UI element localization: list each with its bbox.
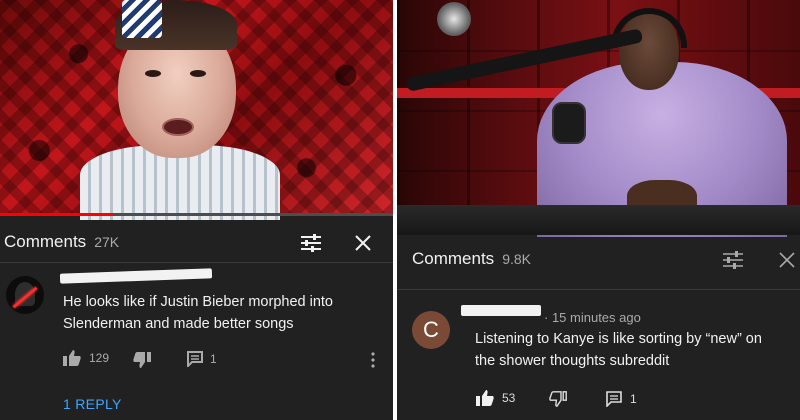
like-count: 129 bbox=[89, 351, 110, 365]
video-progress-fill bbox=[0, 213, 114, 216]
comments-count: 9.8K bbox=[502, 251, 531, 267]
desk bbox=[397, 205, 800, 235]
close-icon[interactable] bbox=[354, 234, 372, 257]
comment-text-line-2: Slenderman and made better songs bbox=[63, 316, 294, 332]
comments-title: Comments bbox=[4, 232, 87, 251]
comment-text-line-2: the shower thoughts subreddit bbox=[475, 353, 670, 369]
reply-button[interactable]: 1 bbox=[187, 351, 217, 367]
avatar[interactable]: C bbox=[412, 311, 450, 349]
sliders-icon[interactable] bbox=[300, 233, 322, 258]
thumbs-down-icon bbox=[549, 391, 567, 407]
video-progress-bar[interactable] bbox=[0, 213, 393, 216]
view-replies-link[interactable]: 1 REPLY bbox=[63, 396, 122, 412]
redacted-username bbox=[59, 268, 213, 284]
video-thumbnail-left[interactable] bbox=[0, 0, 393, 220]
close-icon[interactable] bbox=[778, 251, 796, 274]
right-comment-screenshot: Comments 9.8K · 15 minutes ago Listening… bbox=[397, 0, 800, 420]
dislike-button[interactable] bbox=[133, 352, 151, 368]
comment-icon bbox=[606, 391, 622, 407]
eye bbox=[190, 70, 206, 77]
mouth bbox=[162, 118, 194, 136]
header-divider bbox=[397, 289, 800, 290]
comments-count: 27K bbox=[94, 234, 120, 250]
comments-title: Comments bbox=[412, 249, 495, 268]
head-accessory bbox=[122, 0, 162, 38]
video-person-left bbox=[60, 0, 290, 220]
dislike-button[interactable] bbox=[549, 391, 567, 407]
like-button[interactable]: 53 bbox=[476, 390, 515, 406]
eye bbox=[145, 70, 161, 77]
thumbs-up-icon bbox=[476, 390, 494, 406]
reply-count: 1 bbox=[210, 352, 217, 366]
reply-count: 1 bbox=[630, 392, 637, 406]
studio-lamp bbox=[437, 2, 471, 36]
header-divider bbox=[0, 262, 393, 263]
microphone bbox=[552, 102, 586, 144]
comment-text-line-1: He looks like if Justin Bieber morphed i… bbox=[63, 294, 333, 310]
meme-image: Comments 27K He looks like if Justin Bie… bbox=[0, 0, 800, 420]
comments-header: Comments 27K bbox=[0, 232, 393, 252]
redacted-username bbox=[461, 305, 541, 316]
comment-timestamp: · 15 minutes ago bbox=[544, 310, 641, 325]
avatar[interactable] bbox=[6, 276, 44, 314]
thumbs-down-icon bbox=[133, 352, 151, 368]
left-comment-screenshot: Comments 27K He looks like if Justin Bie… bbox=[0, 0, 393, 420]
like-button[interactable]: 129 bbox=[63, 350, 109, 366]
comment-text-line-1: Listening to Kanye is like sorting by “n… bbox=[475, 331, 762, 347]
thumbs-up-icon bbox=[63, 350, 81, 366]
more-vertical-icon[interactable] bbox=[370, 352, 376, 373]
like-count: 53 bbox=[502, 391, 516, 405]
reply-button[interactable]: 1 bbox=[606, 391, 637, 407]
video-thumbnail-right[interactable] bbox=[397, 0, 800, 237]
sliders-icon[interactable] bbox=[722, 250, 744, 275]
comment-icon bbox=[187, 351, 203, 367]
